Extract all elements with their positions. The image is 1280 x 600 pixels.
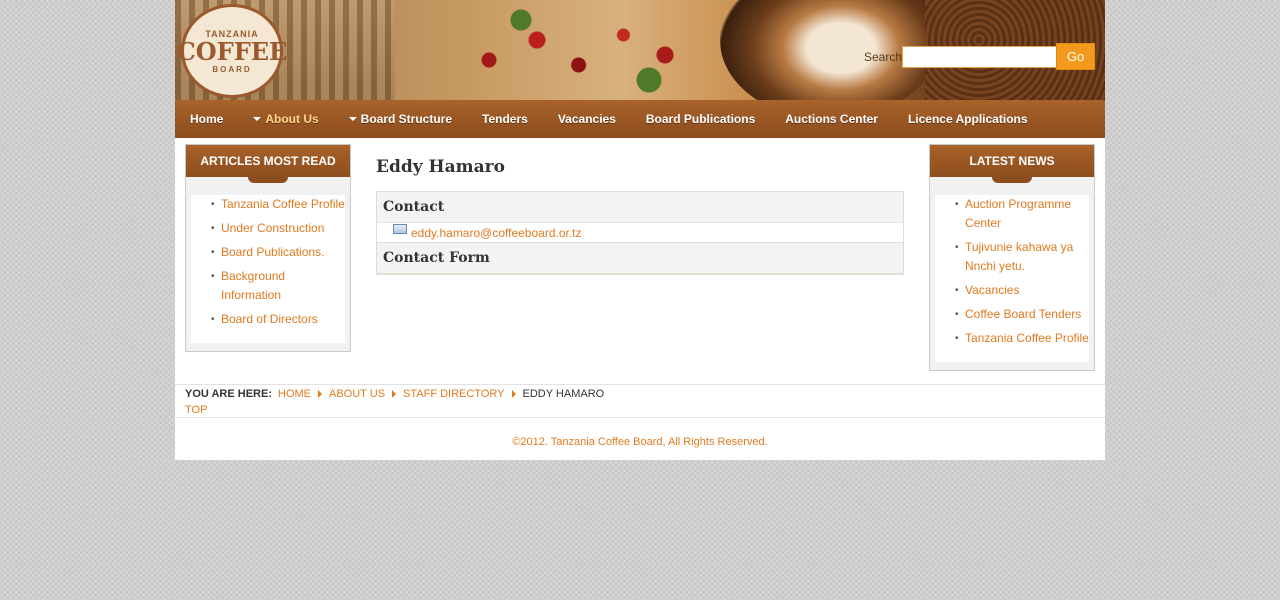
module-title: LATEST NEWS <box>930 145 1094 183</box>
nav-label: Licence Applications <box>907 112 1028 126</box>
header-banner: TANZANIA COFFEE BOARD Search Go <box>175 0 1105 100</box>
email-row: eddy.hamaro@coffeeboard.or.tz <box>377 223 903 243</box>
list-item: Tanzania Coffee Profile <box>935 329 1089 348</box>
news-link[interactable]: Tanzania Coffee Profile <box>965 331 1089 345</box>
nav-item-tenders[interactable]: Tenders <box>482 112 528 126</box>
back-to-top-link[interactable]: TOP <box>185 404 1095 416</box>
list-item: Tanzania Coffee Profile <box>191 195 345 214</box>
logo-text-main: COFFEE <box>176 36 288 66</box>
nav-item-home[interactable]: Home <box>190 112 223 126</box>
email-link[interactable]: eddy.hamaro@coffeeboard.or.tz <box>411 224 582 242</box>
news-link[interactable]: Auction Programme Center <box>965 197 1071 230</box>
copyright-text: ©2012. Tanzania Coffee Board, All Rights… <box>512 436 768 448</box>
news-link[interactable]: Coffee Board Tenders <box>965 307 1081 321</box>
breadcrumb-staff-directory[interactable]: STAFF DIRECTORY <box>403 388 504 400</box>
nav-label: About Us <box>265 112 319 126</box>
breadcrumb: YOU ARE HERE: HOME ABOUT US STAFF DIRECT… <box>185 388 1095 400</box>
caret-down-icon <box>348 117 357 121</box>
breadcrumb-lead: YOU ARE HERE: <box>185 388 272 400</box>
nav-item-licence-applications[interactable]: Licence Applications <box>908 112 1028 126</box>
list-item: Board Publications. <box>191 243 345 262</box>
article-link[interactable]: Under Construction <box>221 221 324 235</box>
contact-heading[interactable]: Contact <box>377 192 903 223</box>
breadcrumb-arrow-icon <box>511 390 516 398</box>
site-logo[interactable]: TANZANIA COFFEE BOARD <box>177 4 287 98</box>
nav-label: Tenders <box>482 112 528 126</box>
contact-form-heading[interactable]: Contact Form <box>377 243 903 274</box>
nav-label: Auctions Center <box>785 112 878 126</box>
module-title: ARTICLES MOST READ <box>186 145 350 183</box>
news-link[interactable]: Vacancies <box>965 283 1019 297</box>
footer: ©2012. Tanzania Coffee Board, All Rights… <box>175 417 1105 448</box>
article-link[interactable]: Tanzania Coffee Profile <box>221 197 345 211</box>
list-item: Auction Programme Center <box>935 195 1089 233</box>
email-icon <box>393 224 407 234</box>
logo-text-bottom: BOARD <box>212 64 252 74</box>
caret-down-icon <box>253 117 262 121</box>
nav-item-auctions-center[interactable]: Auctions Center <box>785 112 878 126</box>
page-title: Eddy Hamaro <box>376 157 505 177</box>
main-content: Eddy Hamaro Contact eddy.hamaro@coffeebo… <box>376 157 904 275</box>
main-nav: Home About Us Board Structure Tenders Va… <box>175 100 1105 138</box>
page: TANZANIA COFFEE BOARD Search Go Home Abo… <box>175 0 1105 460</box>
list-item: Coffee Board Tenders <box>935 305 1089 324</box>
list-item: Background Information <box>191 267 345 305</box>
list-item: Under Construction <box>191 219 345 238</box>
nav-item-board-publications[interactable]: Board Publications <box>646 112 755 126</box>
article-link[interactable]: Board of Directors <box>221 312 318 326</box>
breadcrumb-arrow-icon <box>318 390 322 398</box>
nav-label: Board Publications <box>645 112 756 126</box>
list-item: Tujivunie kahawa ya Nnchi yetu. <box>935 238 1089 276</box>
search-input[interactable] <box>902 46 1057 68</box>
nav-label: Board Structure <box>360 112 453 126</box>
nav-item-board-structure[interactable]: Board Structure <box>348 112 453 126</box>
article-list: Tanzania Coffee Profile Under Constructi… <box>191 195 345 329</box>
banner-coffee-cherries-image <box>425 0 745 100</box>
nav-item-about-us[interactable]: About Us <box>253 112 319 126</box>
contact-panel: Contact eddy.hamaro@coffeeboard.or.tz Co… <box>376 191 904 275</box>
news-list: Auction Programme Center Tujivunie kahaw… <box>935 195 1089 348</box>
nav-label: Vacancies <box>557 112 616 126</box>
article-link[interactable]: Background Information <box>221 269 285 302</box>
breadcrumb-bar: YOU ARE HERE: HOME ABOUT US STAFF DIRECT… <box>175 384 1105 416</box>
list-item: Vacancies <box>935 281 1089 300</box>
module-body: Auction Programme Center Tujivunie kahaw… <box>935 195 1089 362</box>
search-label: Search <box>864 50 903 64</box>
breadcrumb-current: EDDY HAMARO <box>522 388 605 400</box>
news-link[interactable]: Tujivunie kahawa ya Nnchi yetu. <box>965 240 1073 273</box>
breadcrumb-about-us[interactable]: ABOUT US <box>329 388 385 400</box>
list-item: Board of Directors <box>191 310 345 329</box>
articles-most-read-module: ARTICLES MOST READ Tanzania Coffee Profi… <box>185 144 351 352</box>
latest-news-module: LATEST NEWS Auction Programme Center Tuj… <box>929 144 1095 371</box>
breadcrumb-arrow-icon <box>392 390 397 398</box>
breadcrumb-home[interactable]: HOME <box>278 388 311 400</box>
nav-item-vacancies[interactable]: Vacancies <box>558 112 616 126</box>
article-link[interactable]: Board Publications. <box>221 245 324 259</box>
module-body: Tanzania Coffee Profile Under Constructi… <box>191 195 345 343</box>
nav-label: Home <box>190 112 224 126</box>
search-go-button[interactable]: Go <box>1056 43 1095 70</box>
